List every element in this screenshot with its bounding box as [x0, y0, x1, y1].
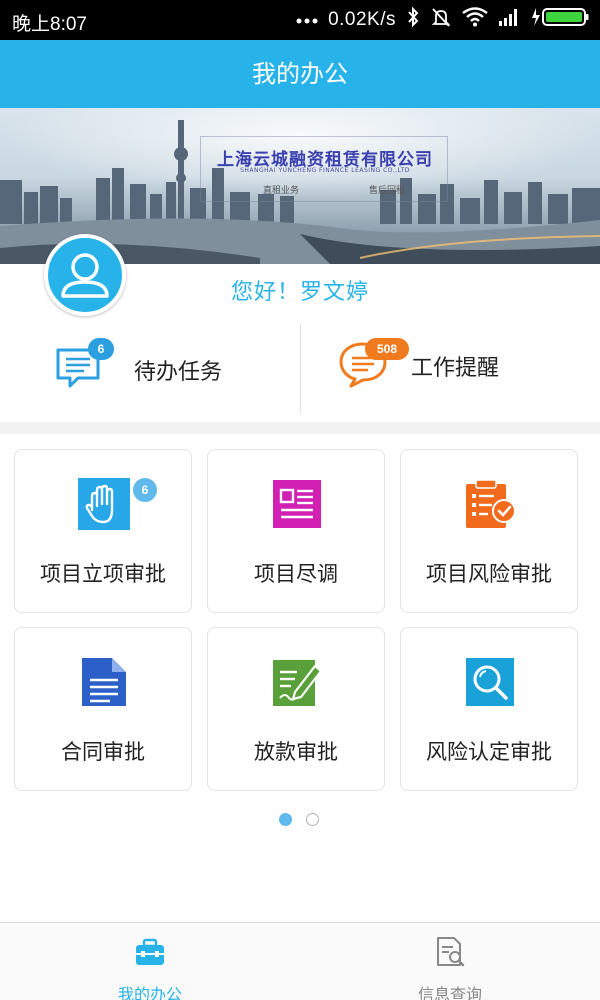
loan-approval-label: 放款审批	[254, 740, 338, 764]
project-due-diligence-card[interactable]: 项目尽调	[207, 449, 385, 613]
page-title: 我的办公	[252, 60, 348, 88]
project-risk-approval-card[interactable]: 项目风险审批	[400, 449, 578, 613]
work-reminder-label: 工作提醒	[411, 356, 500, 381]
project-approval-card[interactable]: 6 项目立项审批	[14, 449, 192, 613]
contract-approval-label: 合同审批	[61, 740, 145, 764]
bottom-nav: 我的办公 信息查询	[0, 922, 600, 1000]
status-icons: 0.02K/s	[296, 6, 590, 34]
user-avatar-icon	[61, 253, 109, 298]
banner-tag: 直租业务	[263, 186, 300, 196]
todo-tasks-label: 待办任务	[134, 360, 223, 385]
status-time: 晚上8:07	[12, 14, 87, 35]
user-greeting: 您好！罗文婷	[230, 280, 369, 305]
project-due-diligence-label: 项目尽调	[254, 562, 338, 586]
battery-charging-icon	[530, 6, 590, 34]
project-approval-badge: 6	[133, 478, 157, 502]
page-title-bar: 我的办公	[0, 40, 600, 108]
page-dot-active[interactable]	[279, 813, 292, 826]
project-approval-label: 项目立项审批	[40, 562, 166, 586]
reminder-count-badge: 508	[365, 338, 409, 360]
edit-note-icon	[273, 660, 323, 706]
tab-my-office[interactable]: 我的办公	[0, 923, 300, 1000]
bluetooth-icon	[406, 6, 420, 34]
risk-determination-approval-card[interactable]: 风险认定审批	[400, 627, 578, 791]
tab-my-office-label: 我的办公	[117, 985, 182, 1000]
document-search-icon	[437, 937, 465, 967]
loan-approval-card[interactable]: 放款审批	[207, 627, 385, 791]
company-logo: 上海云城融资租赁有限公司 SHANGHAI YUNCHENG FINANCE L…	[200, 136, 448, 202]
tab-info-query-label: 信息查询	[417, 985, 482, 1000]
tab-info-query[interactable]: 信息查询	[300, 923, 600, 1000]
magnifier-icon	[466, 658, 514, 706]
wifi-icon	[462, 7, 488, 33]
avatar[interactable]	[44, 234, 126, 316]
hand-icon	[78, 478, 130, 530]
risk-determination-approval-label: 风险认定审批	[426, 740, 552, 764]
quick-tasks: 6 待办任务 508 工作提醒	[0, 318, 600, 422]
contract-approval-card[interactable]: 合同审批	[14, 627, 192, 791]
page-dot[interactable]	[306, 813, 319, 826]
clipboard-check-icon	[466, 479, 516, 528]
contract-document-icon	[82, 658, 126, 706]
section-divider	[0, 422, 600, 434]
document-lines-icon	[273, 480, 321, 528]
status-bar: 晚上8:07 0.02K/s	[0, 0, 600, 40]
project-risk-approval-label: 项目风险审批	[426, 562, 552, 586]
signal-icon	[498, 7, 520, 33]
mute-icon	[430, 6, 452, 34]
todo-count-badge: 6	[88, 338, 114, 360]
todo-tasks-button[interactable]: 6 待办任务	[0, 318, 300, 422]
briefcase-icon	[136, 938, 164, 965]
banner-tag: 售后回租	[369, 186, 406, 196]
work-reminder-button[interactable]: 508 工作提醒	[301, 318, 600, 422]
company-name-en: SHANGHAI YUNCHENG FINANCE LEASING CO.,LT…	[240, 167, 410, 174]
more-dots-icon	[296, 9, 318, 31]
network-speed: 0.02K/s	[328, 9, 396, 30]
